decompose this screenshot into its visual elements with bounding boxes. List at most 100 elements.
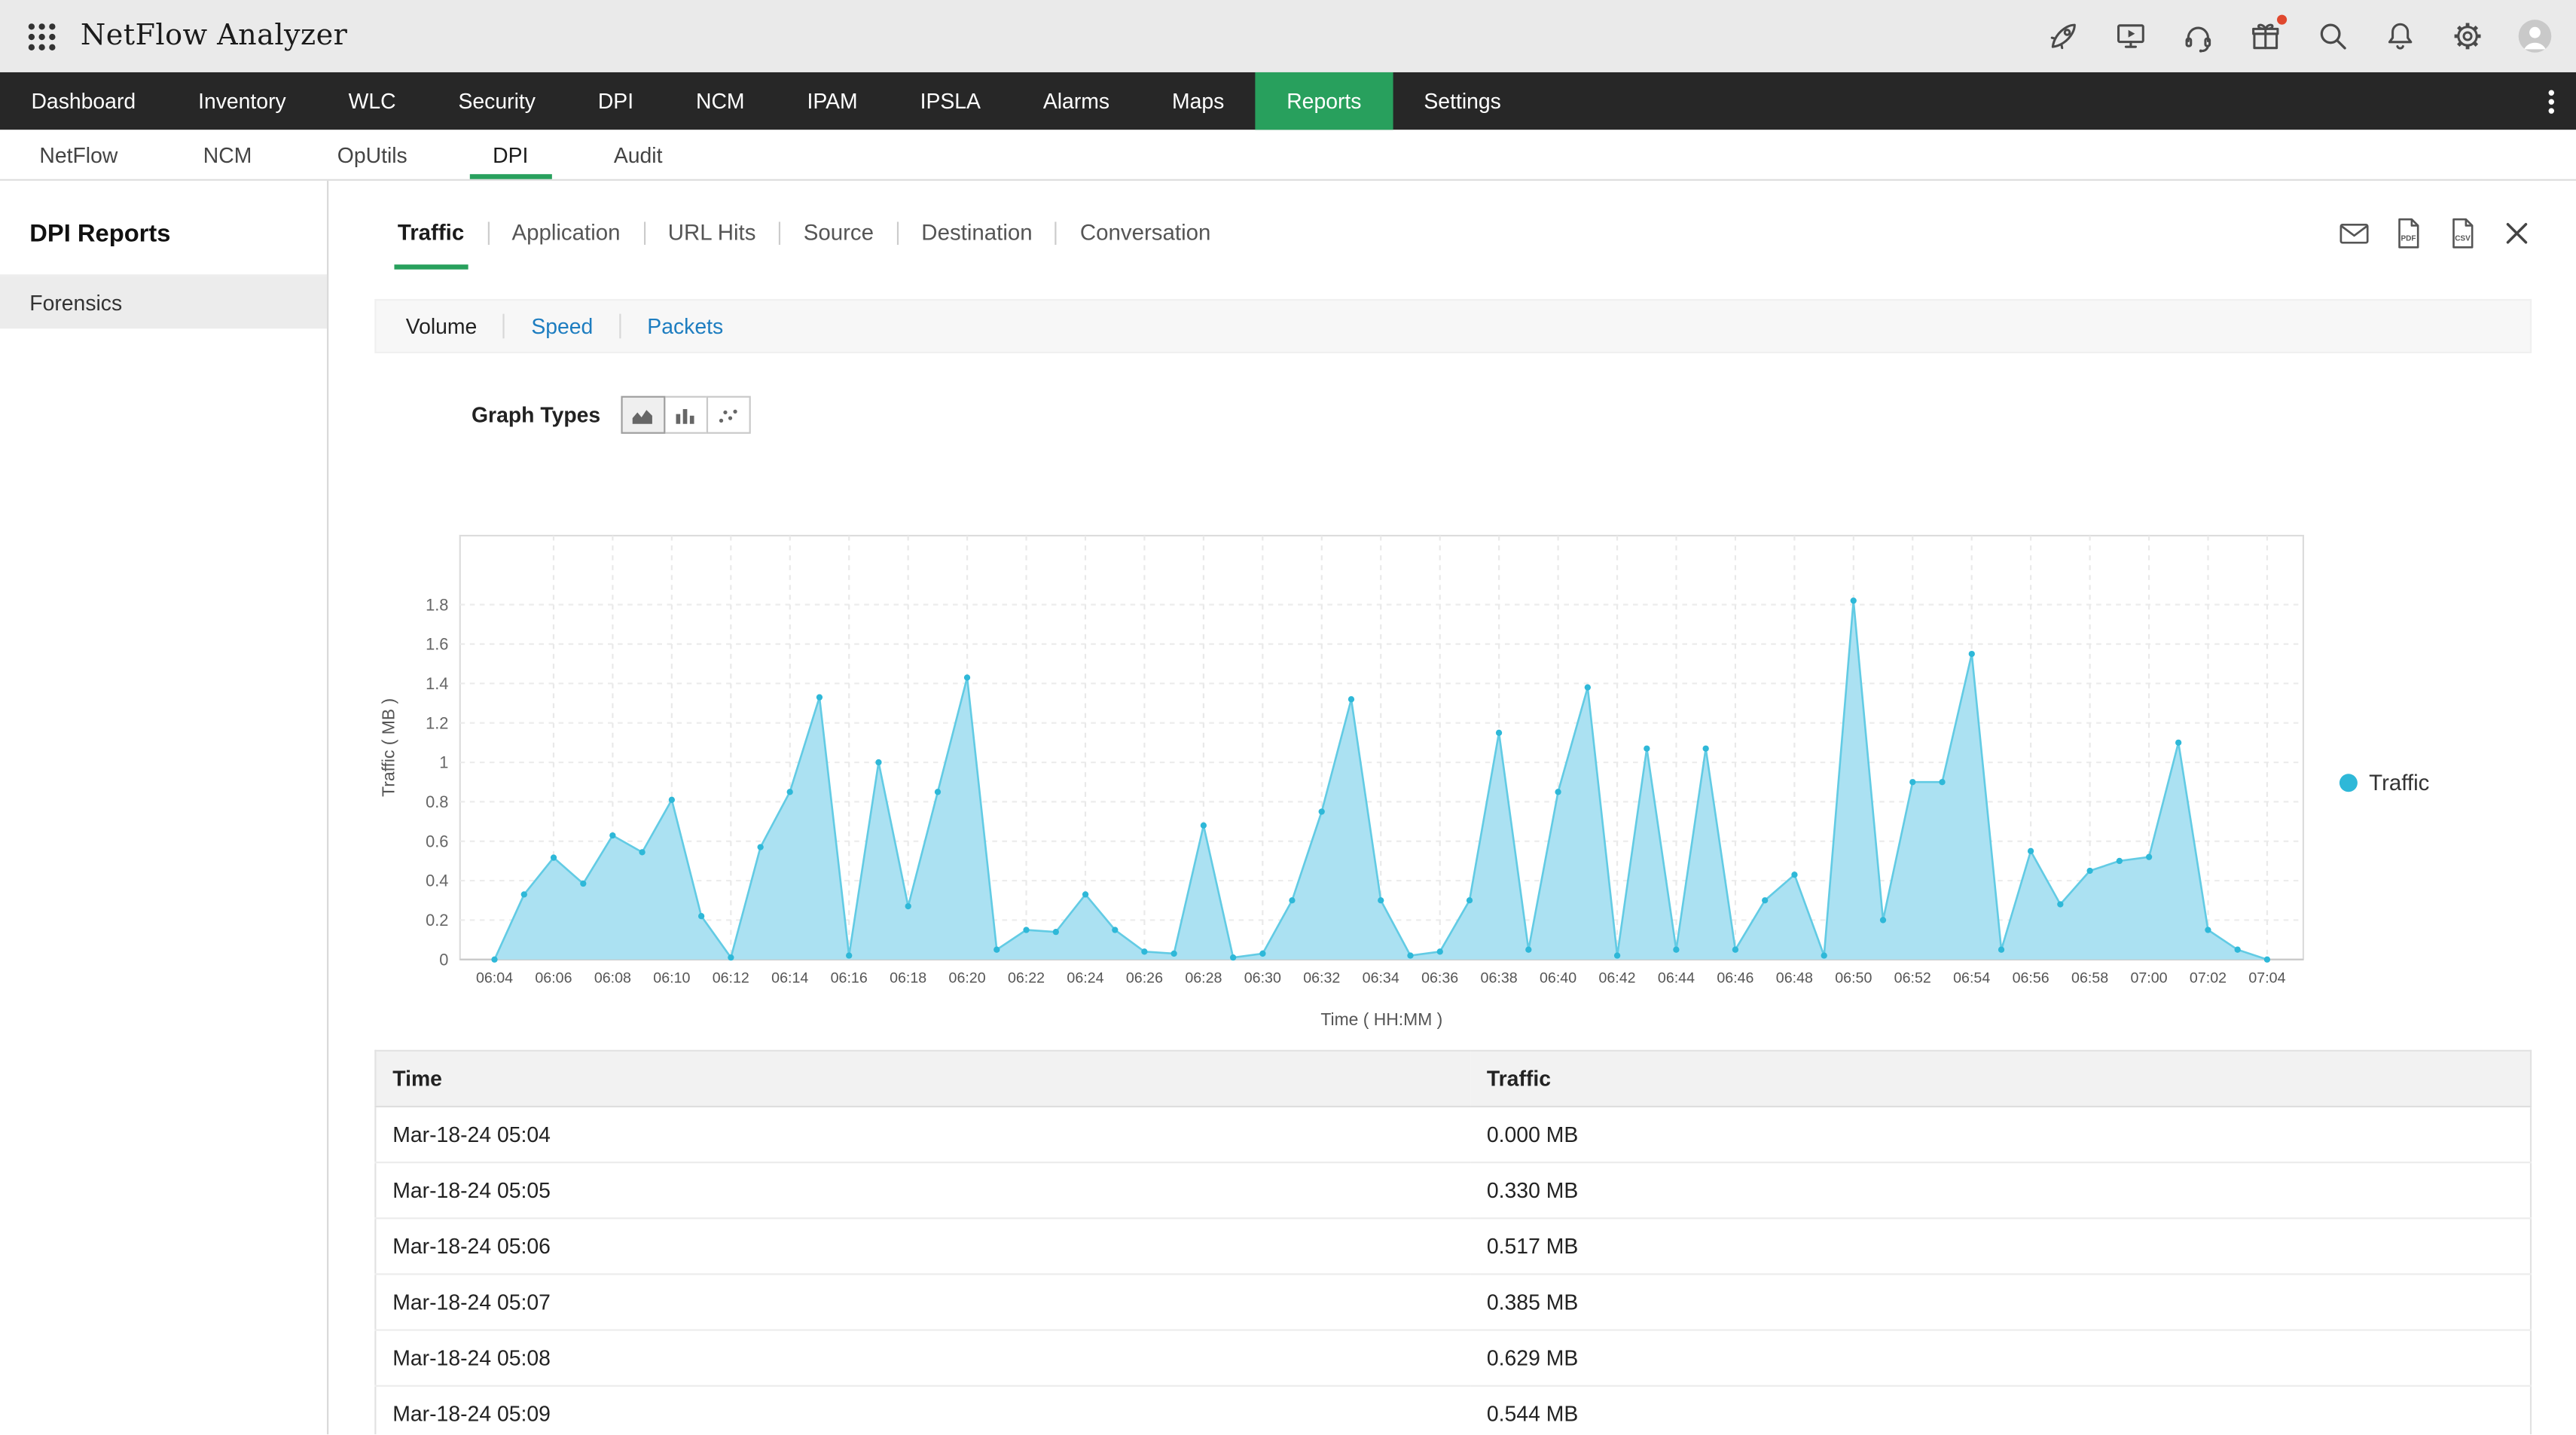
nav-item-dpi[interactable]: DPI bbox=[566, 72, 664, 130]
svg-text:06:04: 06:04 bbox=[476, 969, 513, 986]
subnav-item-netflow[interactable]: NetFlow bbox=[17, 130, 141, 179]
svg-text:07:04: 07:04 bbox=[2248, 969, 2285, 986]
sidebar-items: Forensics bbox=[0, 274, 327, 328]
svg-text:06:16: 06:16 bbox=[831, 969, 868, 986]
module-sub-nav: NetFlow NCM OpUtils DPI Audit bbox=[0, 130, 2576, 181]
report-tabs-row: TrafficApplicationURL HitsSourceDestinat… bbox=[374, 181, 2576, 266]
nav-item-reports[interactable]: Reports bbox=[1256, 72, 1393, 130]
nav-item-ipam[interactable]: IPAM bbox=[776, 72, 889, 130]
export-pdf-icon[interactable]: PDF bbox=[2392, 217, 2425, 250]
column-header-time: Time bbox=[375, 1051, 1470, 1107]
svg-text:06:44: 06:44 bbox=[1658, 969, 1695, 986]
nav-item-wlc[interactable]: WLC bbox=[317, 72, 427, 130]
metric-tab-packets[interactable]: Packets bbox=[621, 301, 749, 352]
cell-traffic: 0.544 MB bbox=[1470, 1386, 2531, 1435]
svg-text:0.8: 0.8 bbox=[426, 792, 448, 811]
traffic-table: TimeTrafficMar-18-24 05:040.000 MBMar-18… bbox=[374, 1050, 2532, 1435]
nav-item-security[interactable]: Security bbox=[427, 72, 566, 130]
svg-text:06:14: 06:14 bbox=[771, 969, 808, 986]
chart-legend: Traffic bbox=[2339, 770, 2429, 795]
subnav-item-ncm[interactable]: NCM bbox=[180, 130, 275, 179]
close-icon[interactable] bbox=[2501, 217, 2534, 250]
svg-text:06:54: 06:54 bbox=[1953, 969, 1990, 986]
email-icon[interactable] bbox=[2338, 217, 2371, 250]
nav-item-ncm[interactable]: NCM bbox=[665, 72, 776, 130]
svg-text:06:12: 06:12 bbox=[713, 969, 749, 986]
svg-text:06:24: 06:24 bbox=[1067, 969, 1103, 986]
search-icon[interactable] bbox=[2315, 18, 2351, 54]
graph-type-bar-button[interactable] bbox=[663, 396, 707, 434]
cell-time: Mar-18-24 05:06 bbox=[375, 1218, 1470, 1274]
app-launcher-icon[interactable] bbox=[23, 18, 60, 54]
cell-traffic: 0.385 MB bbox=[1470, 1274, 2531, 1330]
svg-text:06:08: 06:08 bbox=[594, 969, 631, 986]
tab-application[interactable]: Application bbox=[489, 200, 643, 264]
metric-tab-volume[interactable]: Volume bbox=[380, 301, 503, 352]
nav-item-inventory[interactable]: Inventory bbox=[167, 72, 318, 130]
subnav-item-dpi[interactable]: DPI bbox=[470, 130, 551, 179]
tab-url-hits[interactable]: URL Hits bbox=[645, 200, 779, 264]
nav-item-settings[interactable]: Settings bbox=[1393, 72, 1532, 130]
svg-text:1.8: 1.8 bbox=[426, 595, 448, 614]
support-headset-icon[interactable] bbox=[2180, 18, 2216, 54]
top-header: NetFlow Analyzer bbox=[0, 0, 2576, 72]
svg-text:Time ( HH:MM ): Time ( HH:MM ) bbox=[1320, 1009, 1442, 1029]
svg-text:06:28: 06:28 bbox=[1185, 969, 1222, 986]
settings-gear-icon[interactable] bbox=[2449, 18, 2486, 54]
main-nav-items: DashboardInventoryWLCSecurityDPINCMIPAMI… bbox=[0, 72, 1532, 130]
svg-text:06:22: 06:22 bbox=[1008, 969, 1045, 986]
subnav-item-oputils[interactable]: OpUtils bbox=[314, 130, 430, 179]
tab-source[interactable]: Source bbox=[780, 200, 896, 264]
tab-conversation[interactable]: Conversation bbox=[1057, 200, 1234, 264]
table-header-row: TimeTraffic bbox=[375, 1051, 2531, 1107]
svg-text:06:26: 06:26 bbox=[1126, 969, 1163, 986]
body-row: DPI Reports Forensics TrafficApplication… bbox=[0, 181, 2576, 1435]
user-avatar[interactable] bbox=[2516, 18, 2553, 54]
svg-text:1: 1 bbox=[439, 753, 448, 772]
svg-text:06:56: 06:56 bbox=[2013, 969, 2050, 986]
svg-text:06:46: 06:46 bbox=[1717, 969, 1753, 986]
cell-time: Mar-18-24 05:04 bbox=[375, 1107, 1470, 1162]
svg-text:1.4: 1.4 bbox=[426, 674, 448, 693]
live-demo-icon[interactable] bbox=[2113, 18, 2149, 54]
report-toolbar: PDF CSV bbox=[2338, 217, 2534, 250]
app-title: NetFlow Analyzer bbox=[81, 20, 347, 53]
chart-area: 00.20.40.60.811.21.41.61.806:0406:0606:0… bbox=[374, 529, 2576, 1035]
rocket-icon[interactable] bbox=[2045, 18, 2081, 54]
graph-type-scatter-button[interactable] bbox=[706, 396, 750, 434]
legend-marker-traffic bbox=[2339, 773, 2358, 791]
export-csv-icon[interactable]: CSV bbox=[2446, 217, 2480, 250]
nav-item-dashboard[interactable]: Dashboard bbox=[0, 72, 167, 130]
svg-text:0.2: 0.2 bbox=[426, 911, 448, 930]
cell-traffic: 0.330 MB bbox=[1470, 1162, 2531, 1218]
cell-traffic: 0.517 MB bbox=[1470, 1218, 2531, 1274]
area-chart-icon bbox=[631, 405, 655, 425]
svg-text:07:00: 07:00 bbox=[2130, 969, 2167, 986]
subnav-item-audit[interactable]: Audit bbox=[591, 130, 685, 179]
svg-text:06:34: 06:34 bbox=[1363, 969, 1399, 986]
tab-destination[interactable]: Destination bbox=[899, 200, 1055, 264]
svg-text:CSV: CSV bbox=[2455, 235, 2471, 243]
overflow-menu-icon[interactable] bbox=[2527, 72, 2576, 130]
nav-item-maps[interactable]: Maps bbox=[1141, 72, 1256, 130]
svg-text:Traffic ( MB ): Traffic ( MB ) bbox=[378, 698, 398, 797]
svg-text:06:20: 06:20 bbox=[949, 969, 986, 986]
table-row: Mar-18-24 05:050.330 MB bbox=[375, 1162, 2531, 1218]
sidebar-title: DPI Reports bbox=[0, 181, 327, 274]
nav-item-ipsla[interactable]: IPSLA bbox=[889, 72, 1012, 130]
sidebar-item-forensics[interactable]: Forensics bbox=[0, 276, 327, 328]
graph-type-area-button[interactable] bbox=[620, 396, 664, 434]
svg-text:1.6: 1.6 bbox=[426, 635, 448, 654]
cell-time: Mar-18-24 05:08 bbox=[375, 1330, 1470, 1386]
app-root: NetFlow Analyzer bbox=[0, 0, 2576, 1435]
svg-text:0.6: 0.6 bbox=[426, 832, 448, 850]
nav-item-alarms[interactable]: Alarms bbox=[1012, 72, 1140, 130]
tab-traffic[interactable]: Traffic bbox=[374, 200, 487, 264]
metric-tab-speed[interactable]: Speed bbox=[505, 301, 619, 352]
svg-text:1.2: 1.2 bbox=[426, 713, 448, 732]
svg-text:0: 0 bbox=[439, 950, 448, 969]
whats-new-gift-icon[interactable] bbox=[2248, 18, 2284, 54]
main-nav: DashboardInventoryWLCSecurityDPINCMIPAMI… bbox=[0, 72, 2576, 130]
cell-time: Mar-18-24 05:09 bbox=[375, 1386, 1470, 1435]
notifications-bell-icon[interactable] bbox=[2382, 18, 2419, 54]
